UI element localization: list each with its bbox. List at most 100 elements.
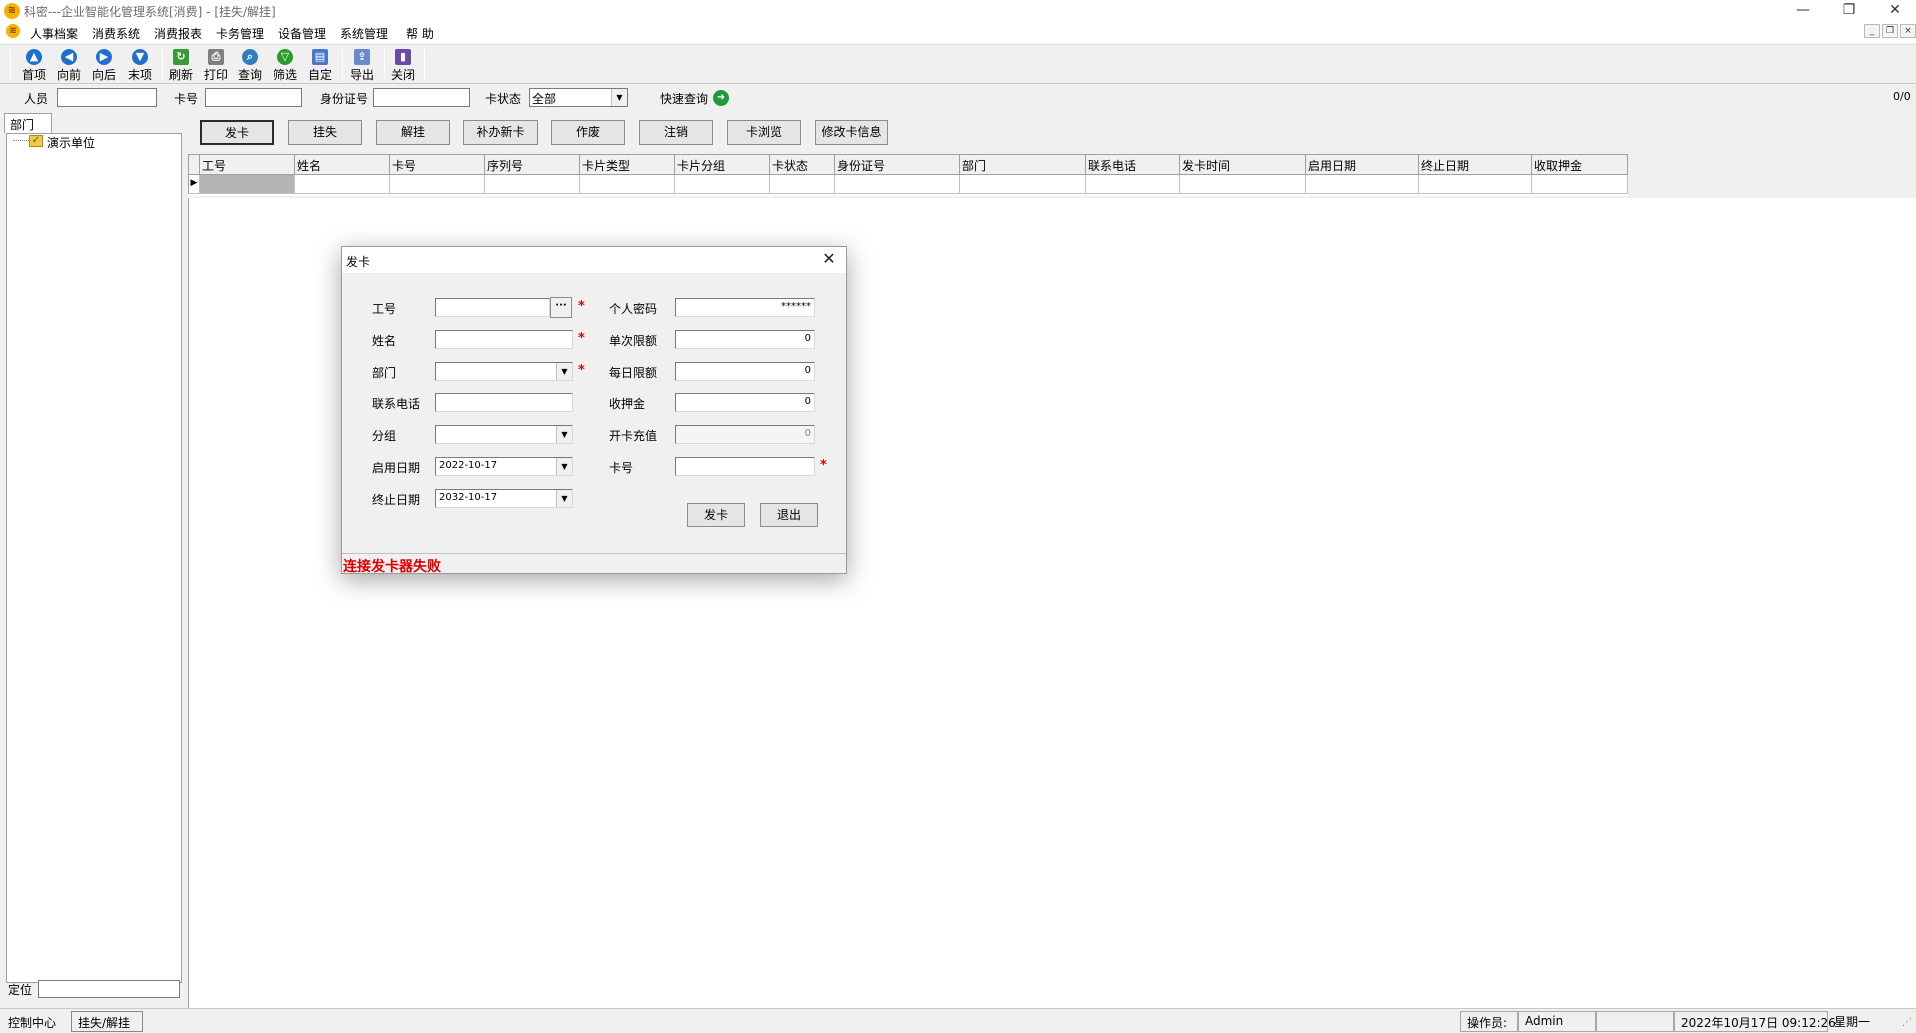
end-date-picker[interactable]: 2032-10-17 ▼ <box>435 489 573 508</box>
menu-personnel[interactable]: 人事档案 <box>30 25 78 42</box>
browse-cards-button[interactable]: 卡浏览 <box>727 120 801 145</box>
grid-cell[interactable] <box>835 175 960 194</box>
column-header[interactable]: 收取押金 <box>1532 154 1628 175</box>
end-date-value: 2032-10-17 <box>439 492 498 503</box>
column-header[interactable]: 身份证号 <box>835 154 960 175</box>
search-button[interactable]: ⌕ 查询 <box>234 47 266 83</box>
menu-card-management[interactable]: 卡务管理 <box>216 25 264 42</box>
close-module-button[interactable]: ▮ 关闭 <box>387 47 419 83</box>
password-input[interactable]: ****** <box>675 298 815 317</box>
print-button[interactable]: ⎙ 打印 <box>200 47 232 83</box>
issue-card-dialog: 发卡 ✕ 工号 ··· * 姓名 * 部门 ▼ * 联系电话 分组 ▼ 启用日期… <box>341 246 847 575</box>
idcard-filter-input[interactable] <box>373 88 470 107</box>
name-input[interactable] <box>435 330 573 349</box>
card-status-select[interactable]: 全部 ▼ <box>529 88 628 107</box>
exit-button[interactable]: 退出 <box>760 503 818 527</box>
filter-label: 筛选 <box>272 68 297 82</box>
grid-cell[interactable] <box>770 175 835 194</box>
issue-card-button[interactable]: 发卡 <box>200 120 274 145</box>
browse-employee-button[interactable]: ··· <box>550 297 572 318</box>
edit-card-info-button[interactable]: 修改卡信息 <box>815 120 888 145</box>
locate-input[interactable] <box>38 980 180 998</box>
control-center-tab[interactable]: 控制中心 <box>8 1014 56 1031</box>
grid-cell[interactable] <box>1180 175 1306 194</box>
phone-input[interactable] <box>435 393 573 412</box>
column-header[interactable]: 终止日期 <box>1419 154 1532 175</box>
close-icon[interactable]: ✕ <box>818 249 840 271</box>
grid-cell[interactable] <box>580 175 675 194</box>
restore-button[interactable]: ❐ <box>1826 0 1872 22</box>
export-button[interactable]: ⇪ 导出 <box>346 47 378 83</box>
tab-department[interactable]: 部门 <box>4 113 52 133</box>
department-select[interactable]: ▼ <box>435 362 573 381</box>
close-window-button[interactable]: ✕ <box>1872 0 1916 22</box>
go-arrow-icon[interactable]: ➜ <box>713 90 729 106</box>
mdi-close-button[interactable]: × <box>1900 24 1916 38</box>
employee-id-input[interactable] <box>435 298 550 317</box>
last-record-label: 末项 <box>127 68 152 82</box>
reissue-card-button[interactable]: 补办新卡 <box>463 120 538 145</box>
group-label: 分组 <box>372 429 397 443</box>
single-limit-input[interactable]: 0 <box>675 330 815 349</box>
last-record-button[interactable]: ▼ 末项 <box>124 47 156 83</box>
grid-cell-selected[interactable] <box>200 175 295 194</box>
grid-cell[interactable] <box>1306 175 1419 194</box>
card-number-input[interactable] <box>675 457 815 476</box>
column-header[interactable]: 发卡时间 <box>1180 154 1306 175</box>
first-record-button[interactable]: ▲ 首项 <box>18 47 50 83</box>
resize-grip-icon[interactable]: ⋰ <box>1902 1017 1912 1028</box>
datetime-display: 2022年10月17日 09:12:26 <box>1674 1011 1836 1032</box>
quick-search-label[interactable]: 快速查询 <box>660 90 708 107</box>
deregister-card-button[interactable]: 注销 <box>639 120 713 145</box>
column-header[interactable]: 姓名 <box>295 154 390 175</box>
tree-root-node[interactable]: 演示单位 <box>47 134 95 151</box>
column-header[interactable]: 部门 <box>960 154 1086 175</box>
daily-limit-input[interactable]: 0 <box>675 362 815 381</box>
issue-card-confirm-button[interactable]: 发卡 <box>687 503 745 527</box>
grid-cell[interactable] <box>1086 175 1180 194</box>
checked-folder-icon[interactable]: ✓ <box>29 135 43 147</box>
column-header[interactable]: 卡状态 <box>770 154 835 175</box>
column-header[interactable]: 卡号 <box>390 154 485 175</box>
column-header[interactable]: 序列号 <box>485 154 580 175</box>
grid-cell[interactable] <box>390 175 485 194</box>
next-record-button[interactable]: ▶ 向后 <box>88 47 120 83</box>
current-module-tab[interactable]: 挂失/解挂 <box>71 1011 143 1032</box>
void-card-button[interactable]: 作废 <box>551 120 625 145</box>
customize-button[interactable]: ▤ 自定 <box>304 47 336 83</box>
previous-record-button[interactable]: ◀ 向前 <box>53 47 85 83</box>
menu-reports[interactable]: 消费报表 <box>154 25 202 42</box>
mdi-restore-button[interactable]: ❐ <box>1882 24 1898 38</box>
menu-device-management[interactable]: 设备管理 <box>278 25 326 42</box>
person-filter-input[interactable] <box>57 88 157 107</box>
column-header[interactable]: 启用日期 <box>1306 154 1419 175</box>
window-title: 科密---企业智能化管理系统[消费] - [挂失/解挂] <box>24 5 276 19</box>
column-header[interactable]: 工号 <box>200 154 295 175</box>
card-grid[interactable]: 工号 姓名 卡号 序列号 卡片类型 卡片分组 卡状态 身份证号 部门 联系电话 … <box>188 154 1628 196</box>
start-date-picker[interactable]: 2022-10-17 ▼ <box>435 457 573 476</box>
menu-system-management[interactable]: 系统管理 <box>340 25 388 42</box>
mdi-minimize-button[interactable]: _ <box>1864 24 1880 38</box>
column-header[interactable]: 卡片分组 <box>675 154 770 175</box>
grid-cell[interactable] <box>1532 175 1628 194</box>
minimize-button[interactable]: — <box>1780 0 1826 22</box>
grid-cell[interactable] <box>960 175 1086 194</box>
cancel-loss-button[interactable]: 解挂 <box>376 120 450 145</box>
department-tree[interactable]: ✓ 演示单位 <box>6 133 182 983</box>
report-loss-button[interactable]: 挂失 <box>288 120 362 145</box>
grid-cell[interactable] <box>295 175 390 194</box>
column-header[interactable]: 卡片类型 <box>580 154 675 175</box>
first-record-icon: ▲ <box>26 49 42 65</box>
grid-cell[interactable] <box>485 175 580 194</box>
menu-consumption[interactable]: 消费系统 <box>92 25 140 42</box>
record-count: 0/0 <box>1893 90 1911 103</box>
menu-help[interactable]: 帮 助 <box>406 25 434 42</box>
grid-cell[interactable] <box>1419 175 1532 194</box>
refresh-button[interactable]: ↻ 刷新 <box>165 47 197 83</box>
grid-cell[interactable] <box>675 175 770 194</box>
filter-button[interactable]: ▽ 筛选 <box>269 47 301 83</box>
group-select[interactable]: ▼ <box>435 425 573 444</box>
column-header[interactable]: 联系电话 <box>1086 154 1180 175</box>
card-filter-input[interactable] <box>205 88 302 107</box>
deposit-input[interactable]: 0 <box>675 393 815 412</box>
